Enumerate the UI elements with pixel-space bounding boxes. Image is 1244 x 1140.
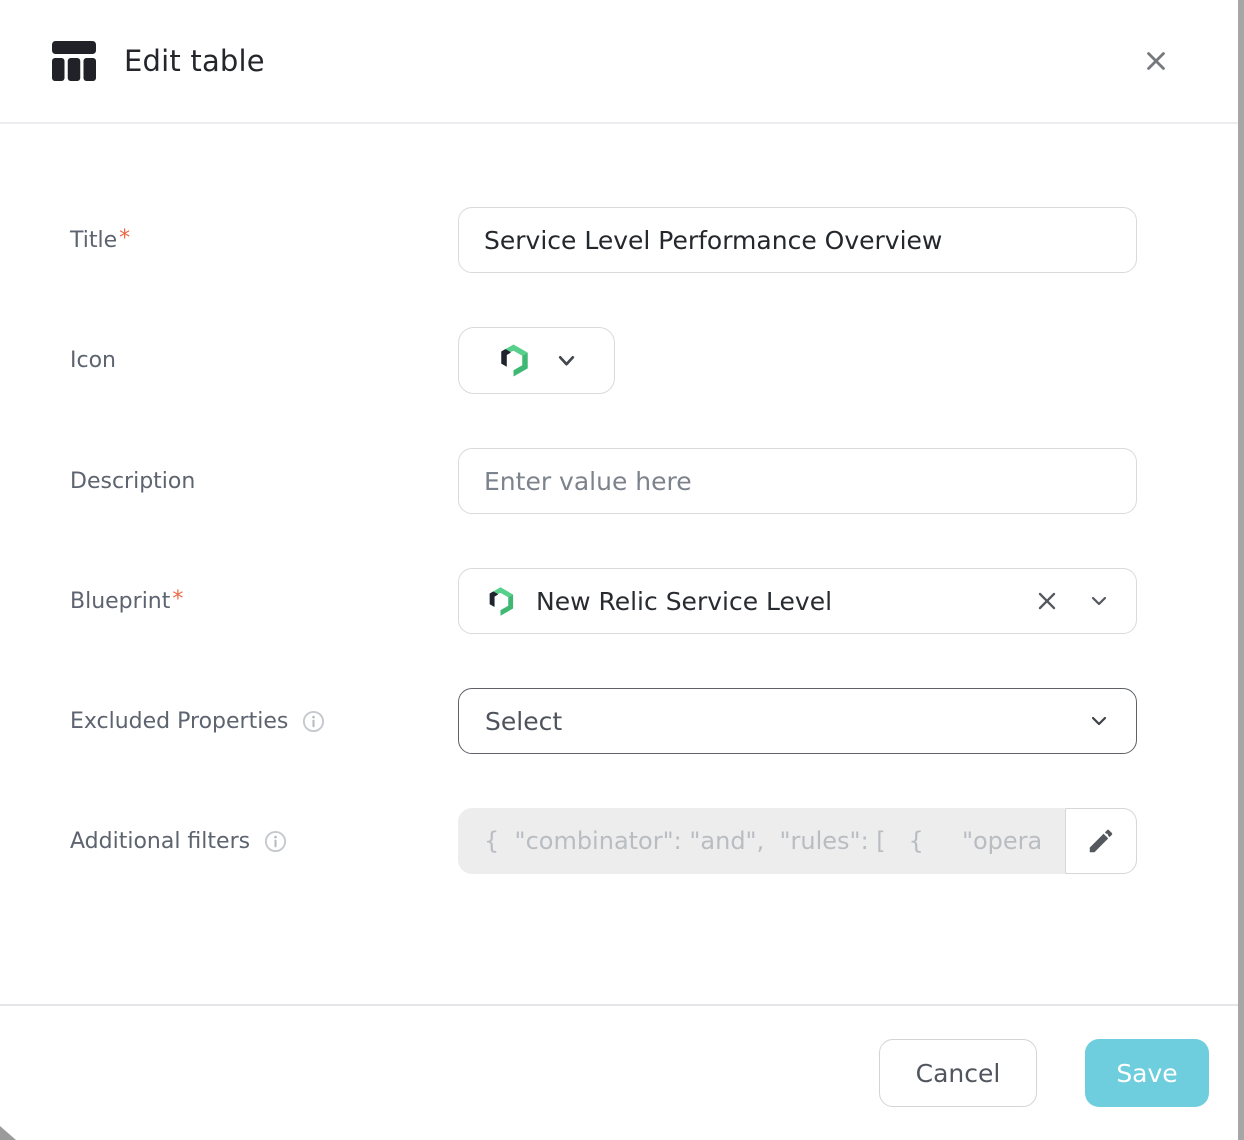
description-label: Description (70, 469, 195, 494)
blueprint-row: Blueprint * New Relic Service Level (70, 568, 1244, 634)
pencil-icon (1086, 826, 1116, 856)
additional-filters-input: { "combinator": "and", "rules": [ { "ope… (458, 808, 1137, 874)
blueprint-clear-button[interactable] (1030, 584, 1064, 618)
modal-footer: Cancel Save (0, 1004, 1244, 1140)
table-icon (52, 41, 96, 81)
title-required-asterisk: * (119, 226, 130, 251)
info-icon[interactable] (302, 710, 325, 733)
additional-filters-value: { "combinator": "and", "rules": [ { "ope… (484, 827, 1042, 855)
blueprint-label: Blueprint (70, 589, 170, 614)
excluded-properties-row: Excluded Properties Select (70, 688, 1244, 754)
additional-filters-label-col: Additional filters (70, 829, 458, 854)
close-button[interactable] (1134, 39, 1178, 83)
title-label-col: Title * (70, 228, 458, 253)
excluded-properties-placeholder: Select (485, 707, 1088, 736)
chevron-down-icon (1088, 590, 1110, 612)
description-label-col: Description (70, 469, 458, 494)
excluded-properties-label-col: Excluded Properties (70, 709, 458, 734)
additional-filters-label: Additional filters (70, 829, 250, 854)
blueprint-value: New Relic Service Level (536, 587, 1030, 616)
chevron-down-icon (1088, 710, 1110, 732)
modal-title: Edit table (124, 44, 265, 78)
additional-filters-field: { "combinator": "and", "rules": [ { "ope… (458, 808, 1137, 874)
additional-filters-row: Additional filters { "combinator": "and"… (70, 808, 1244, 874)
excluded-properties-label: Excluded Properties (70, 709, 288, 734)
icon-row: Icon (70, 327, 1244, 394)
excluded-properties-select[interactable]: Select (458, 688, 1137, 754)
blueprint-label-col: Blueprint * (70, 589, 458, 614)
title-label: Title (70, 228, 117, 253)
description-row: Description (70, 448, 1244, 514)
description-input[interactable] (458, 448, 1137, 514)
modal-body: Title * Icon (0, 124, 1244, 874)
cancel-button[interactable]: Cancel (879, 1039, 1037, 1107)
port-logo-icon (496, 343, 531, 378)
info-icon[interactable] (264, 830, 287, 853)
edit-filters-button[interactable] (1065, 808, 1137, 874)
icon-dropdown[interactable] (458, 327, 615, 394)
save-button[interactable]: Save (1085, 1039, 1209, 1107)
port-logo-icon (485, 586, 516, 617)
scrollbar[interactable] (1238, 0, 1244, 1140)
close-icon (1140, 45, 1172, 77)
modal-header: Edit table (0, 0, 1244, 124)
edit-table-modal: Edit table Title * Icon (0, 0, 1244, 1140)
blueprint-select[interactable]: New Relic Service Level (458, 568, 1137, 634)
chevron-down-icon (555, 349, 578, 372)
title-row: Title * (70, 207, 1244, 273)
icon-label-col: Icon (70, 348, 458, 373)
x-clear-icon (1034, 588, 1060, 614)
blueprint-required-asterisk: * (172, 587, 183, 612)
title-input[interactable] (458, 207, 1137, 273)
icon-label: Icon (70, 348, 116, 373)
